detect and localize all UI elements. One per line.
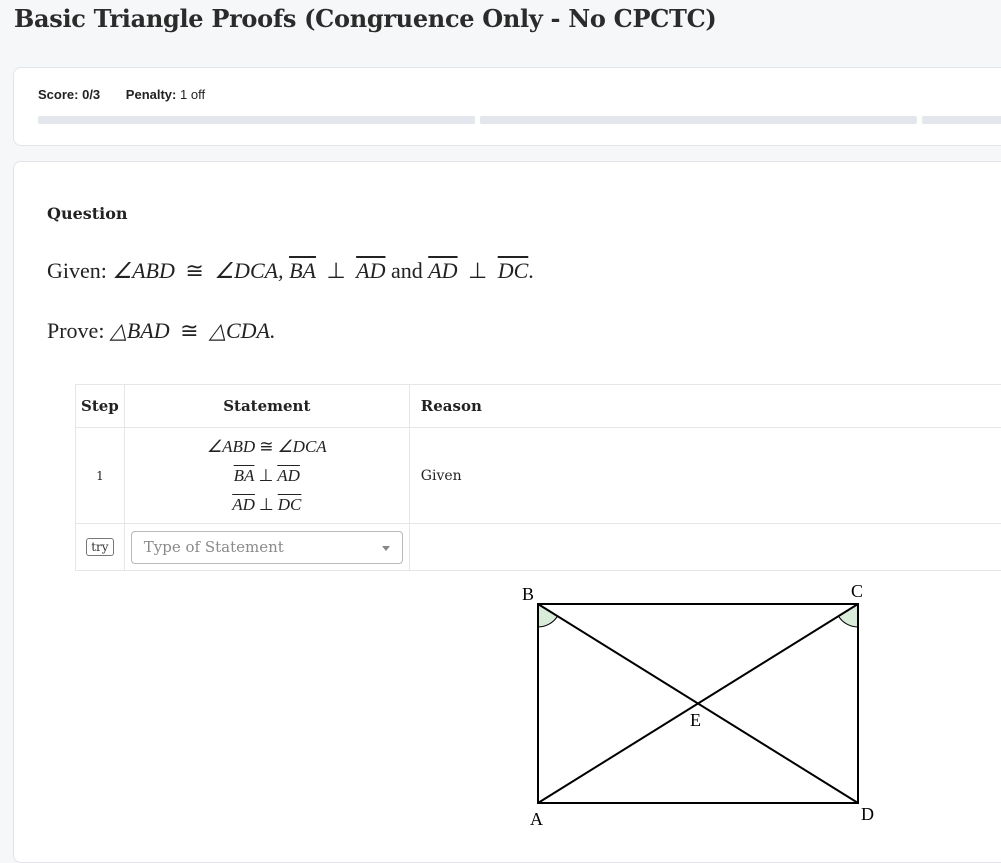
point-label-c: C bbox=[851, 581, 863, 601]
angle-mark-c bbox=[839, 604, 859, 627]
point-label-e: E bbox=[690, 710, 701, 730]
point-label-a: A bbox=[530, 809, 543, 829]
point-label-d: D bbox=[861, 804, 874, 824]
geometry-diagram: B C E A D bbox=[0, 0, 1001, 843]
angle-mark-b bbox=[538, 604, 558, 627]
point-label-b: B bbox=[522, 584, 534, 604]
